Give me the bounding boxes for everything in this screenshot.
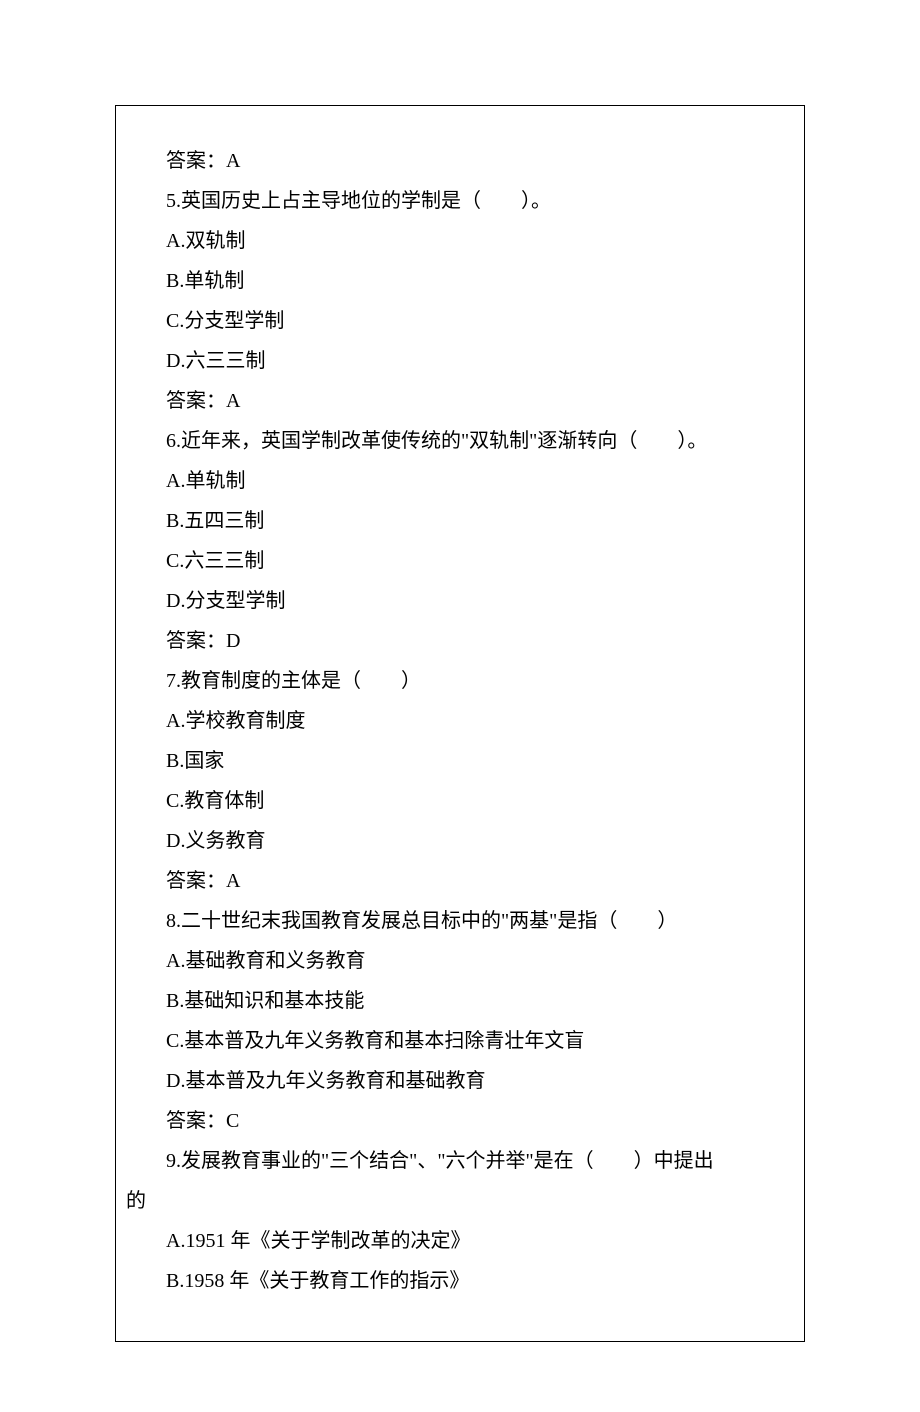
option-D: D.分支型学制 xyxy=(126,581,794,621)
option-B: B.基础知识和基本技能 xyxy=(126,981,794,1021)
content-frame: 答案：A 5.英国历史上占主导地位的学制是（ ）。 A.双轨制 B.单轨制 C.… xyxy=(115,105,805,1342)
question-5: 5.英国历史上占主导地位的学制是（ ）。 xyxy=(126,181,794,221)
option-B: B.1958 年《关于教育工作的指示》 xyxy=(126,1261,794,1301)
question-7: 7.教育制度的主体是（ ） xyxy=(126,661,794,701)
option-B: B.五四三制 xyxy=(126,501,794,541)
answer-line: 答案：D xyxy=(126,621,794,661)
option-A: A.1951 年《关于学制改革的决定》 xyxy=(126,1221,794,1261)
option-B: B.单轨制 xyxy=(126,261,794,301)
option-C: C.基本普及九年义务教育和基本扫除青壮年文盲 xyxy=(126,1021,794,1061)
question-6: 6.近年来，英国学制改革使传统的"双轨制"逐渐转向（ ）。 xyxy=(126,421,794,461)
option-A: A.基础教育和义务教育 xyxy=(126,941,794,981)
answer-line: 答案：A xyxy=(126,381,794,421)
question-9-cont: 的 xyxy=(126,1181,794,1221)
option-D: D.六三三制 xyxy=(126,341,794,381)
document-page: 答案：A 5.英国历史上占主导地位的学制是（ ）。 A.双轨制 B.单轨制 C.… xyxy=(0,0,920,1412)
option-A: A.单轨制 xyxy=(126,461,794,501)
option-C: C.六三三制 xyxy=(126,541,794,581)
option-A: A.学校教育制度 xyxy=(126,701,794,741)
option-C: C.分支型学制 xyxy=(126,301,794,341)
answer-line: 答案：A xyxy=(126,861,794,901)
option-B: B.国家 xyxy=(126,741,794,781)
option-A: A.双轨制 xyxy=(126,221,794,261)
option-D: D.义务教育 xyxy=(126,821,794,861)
answer-line: 答案：C xyxy=(126,1101,794,1141)
option-C: C.教育体制 xyxy=(126,781,794,821)
answer-line: 答案：A xyxy=(126,141,794,181)
question-9: 9.发展教育事业的"三个结合"、"六个并举"是在（ ）中提出 xyxy=(126,1141,794,1181)
question-8: 8.二十世纪末我国教育发展总目标中的"两基"是指（ ） xyxy=(126,901,794,941)
option-D: D.基本普及九年义务教育和基础教育 xyxy=(126,1061,794,1101)
